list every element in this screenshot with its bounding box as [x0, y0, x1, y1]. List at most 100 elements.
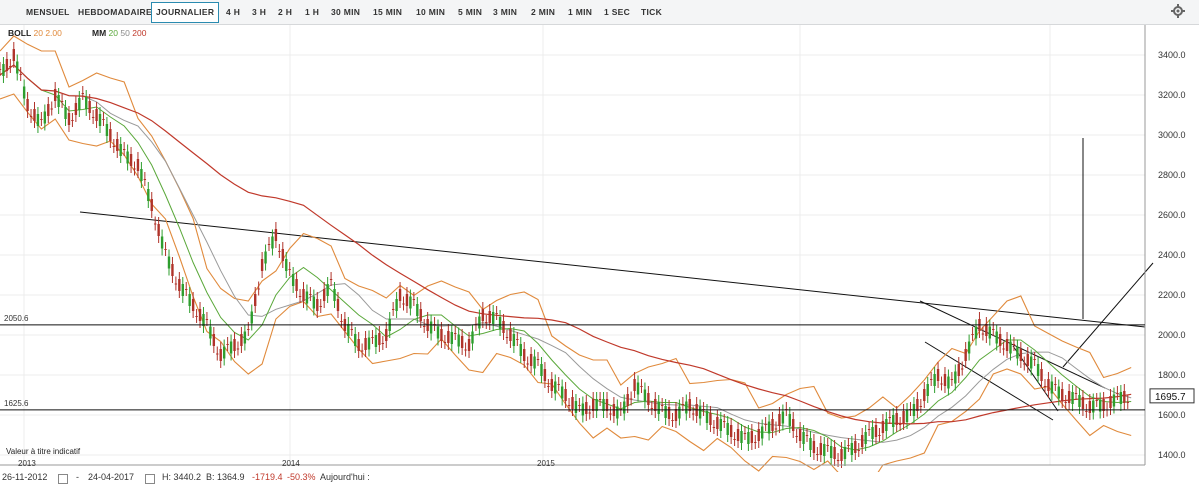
- candle-body: [860, 435, 864, 447]
- candle-body: [881, 421, 885, 433]
- tab-30-min[interactable]: 30 MIN: [331, 4, 360, 20]
- candle-body: [281, 249, 285, 261]
- candle-body: [626, 394, 629, 406]
- candle-body: [705, 411, 709, 423]
- tab-4-h[interactable]: 4 H: [226, 4, 240, 20]
- candle-body: [502, 321, 505, 333]
- y-tick-label: 2200.0: [1158, 290, 1186, 300]
- candle-body: [657, 402, 660, 414]
- candle-body: [40, 119, 43, 120]
- candle-body: [416, 304, 419, 316]
- candle-body: [0, 69, 2, 70]
- candle-body: [2, 64, 5, 76]
- candle-body: [53, 89, 57, 101]
- change-value: -1719.4: [252, 472, 283, 482]
- candle-body: [9, 66, 12, 67]
- candle-body: [1102, 399, 1105, 411]
- candle-body: [329, 279, 333, 280]
- candle-body: [467, 339, 471, 351]
- candle-body: [226, 344, 229, 345]
- candle-body: [954, 371, 957, 384]
- calendar-icon[interactable]: [58, 474, 68, 484]
- candle-body: [143, 179, 147, 180]
- date-end[interactable]: 24-04-2017: [88, 472, 134, 482]
- candle-body: [295, 279, 298, 291]
- candle-body: [29, 116, 33, 117]
- candle-body: [19, 74, 22, 75]
- y-tick-label: 2000.0: [1158, 330, 1186, 340]
- x-tick-label: 2013: [18, 459, 36, 468]
- candle-body: [760, 426, 764, 439]
- candle-body: [1109, 396, 1112, 408]
- candle-body: [443, 342, 447, 343]
- candle-body: [119, 144, 122, 156]
- tab-1-sec[interactable]: 1 SEC: [604, 4, 630, 20]
- candle-body: [512, 334, 516, 346]
- candle-body: [78, 98, 81, 110]
- candle-body: [464, 349, 467, 351]
- tab-10-min[interactable]: 10 MIN: [416, 4, 445, 20]
- candle-body: [554, 381, 557, 394]
- gear-icon[interactable]: [1171, 4, 1185, 18]
- candle-body: [1067, 391, 1071, 403]
- tab-5-min[interactable]: 5 MIN: [458, 4, 482, 20]
- candle-body: [1116, 393, 1119, 394]
- candle-body: [667, 407, 671, 419]
- candle-body: [436, 326, 440, 339]
- boll-params: 20 2.00: [33, 28, 62, 38]
- candle-body: [236, 348, 240, 350]
- tab-1-min[interactable]: 1 MIN: [568, 4, 592, 20]
- candle-body: [888, 417, 891, 418]
- candle-body: [291, 274, 295, 286]
- candle-body: [854, 441, 857, 453]
- y-tick-label: 2400.0: [1158, 250, 1186, 260]
- candle-body: [198, 309, 202, 321]
- tab-3-min[interactable]: 3 MIN: [493, 4, 517, 20]
- tab-hebdomadaire[interactable]: HEBDOMADAIRE: [78, 4, 152, 20]
- candle-body: [157, 224, 160, 236]
- tab-journalier[interactable]: JOURNALIER: [151, 2, 220, 23]
- candle-body: [802, 432, 805, 444]
- candle-body: [202, 314, 205, 326]
- candle-body: [440, 329, 443, 341]
- timeframe-toolbar: MENSUEL HEBDOMADAIRE JOURNALIER 4 H 3 H 2 H 1 …: [0, 0, 1199, 25]
- tab-2-h[interactable]: 2 H: [278, 4, 292, 20]
- candle-body: [309, 294, 312, 295]
- tab-3-h[interactable]: 3 H: [252, 4, 266, 20]
- calendar-icon[interactable]: [145, 474, 155, 484]
- candle-body: [733, 439, 736, 440]
- tab-2-min[interactable]: 2 MIN: [531, 4, 555, 20]
- candle-body: [5, 59, 9, 71]
- y-tick-label: 1600.0: [1158, 410, 1186, 420]
- candle-body: [523, 349, 526, 361]
- candle-body: [550, 379, 554, 391]
- candle-body: [347, 324, 350, 336]
- candle-body: [1012, 344, 1016, 345]
- candle-body: [391, 309, 395, 310]
- candle-body: [736, 429, 740, 441]
- candle-body: [91, 117, 95, 118]
- candle-body: [222, 346, 226, 359]
- candle-body: [533, 356, 536, 369]
- tab-tick[interactable]: TICK: [641, 4, 662, 20]
- candle-body: [729, 425, 733, 437]
- candle-body: [923, 389, 926, 401]
- candle-body: [974, 326, 978, 339]
- tab-15-min[interactable]: 15 MIN: [373, 4, 402, 20]
- candle-body: [147, 189, 150, 201]
- candle-body: [60, 101, 64, 102]
- candle-body: [950, 379, 954, 380]
- candle-body: [116, 139, 119, 151]
- candle-body: [757, 429, 760, 441]
- candle-body: [85, 97, 88, 109]
- candle-body: [726, 423, 729, 435]
- candle-body: [185, 289, 188, 290]
- candle-body: [798, 429, 802, 441]
- candle-body: [685, 401, 688, 414]
- candle-body: [902, 411, 905, 423]
- change-pct: -50.3%: [287, 472, 316, 482]
- candle-body: [1095, 400, 1098, 401]
- date-start[interactable]: 26-11-2012: [2, 472, 47, 482]
- tab-mensuel[interactable]: MENSUEL: [26, 4, 70, 20]
- tab-1-h[interactable]: 1 H: [305, 4, 319, 20]
